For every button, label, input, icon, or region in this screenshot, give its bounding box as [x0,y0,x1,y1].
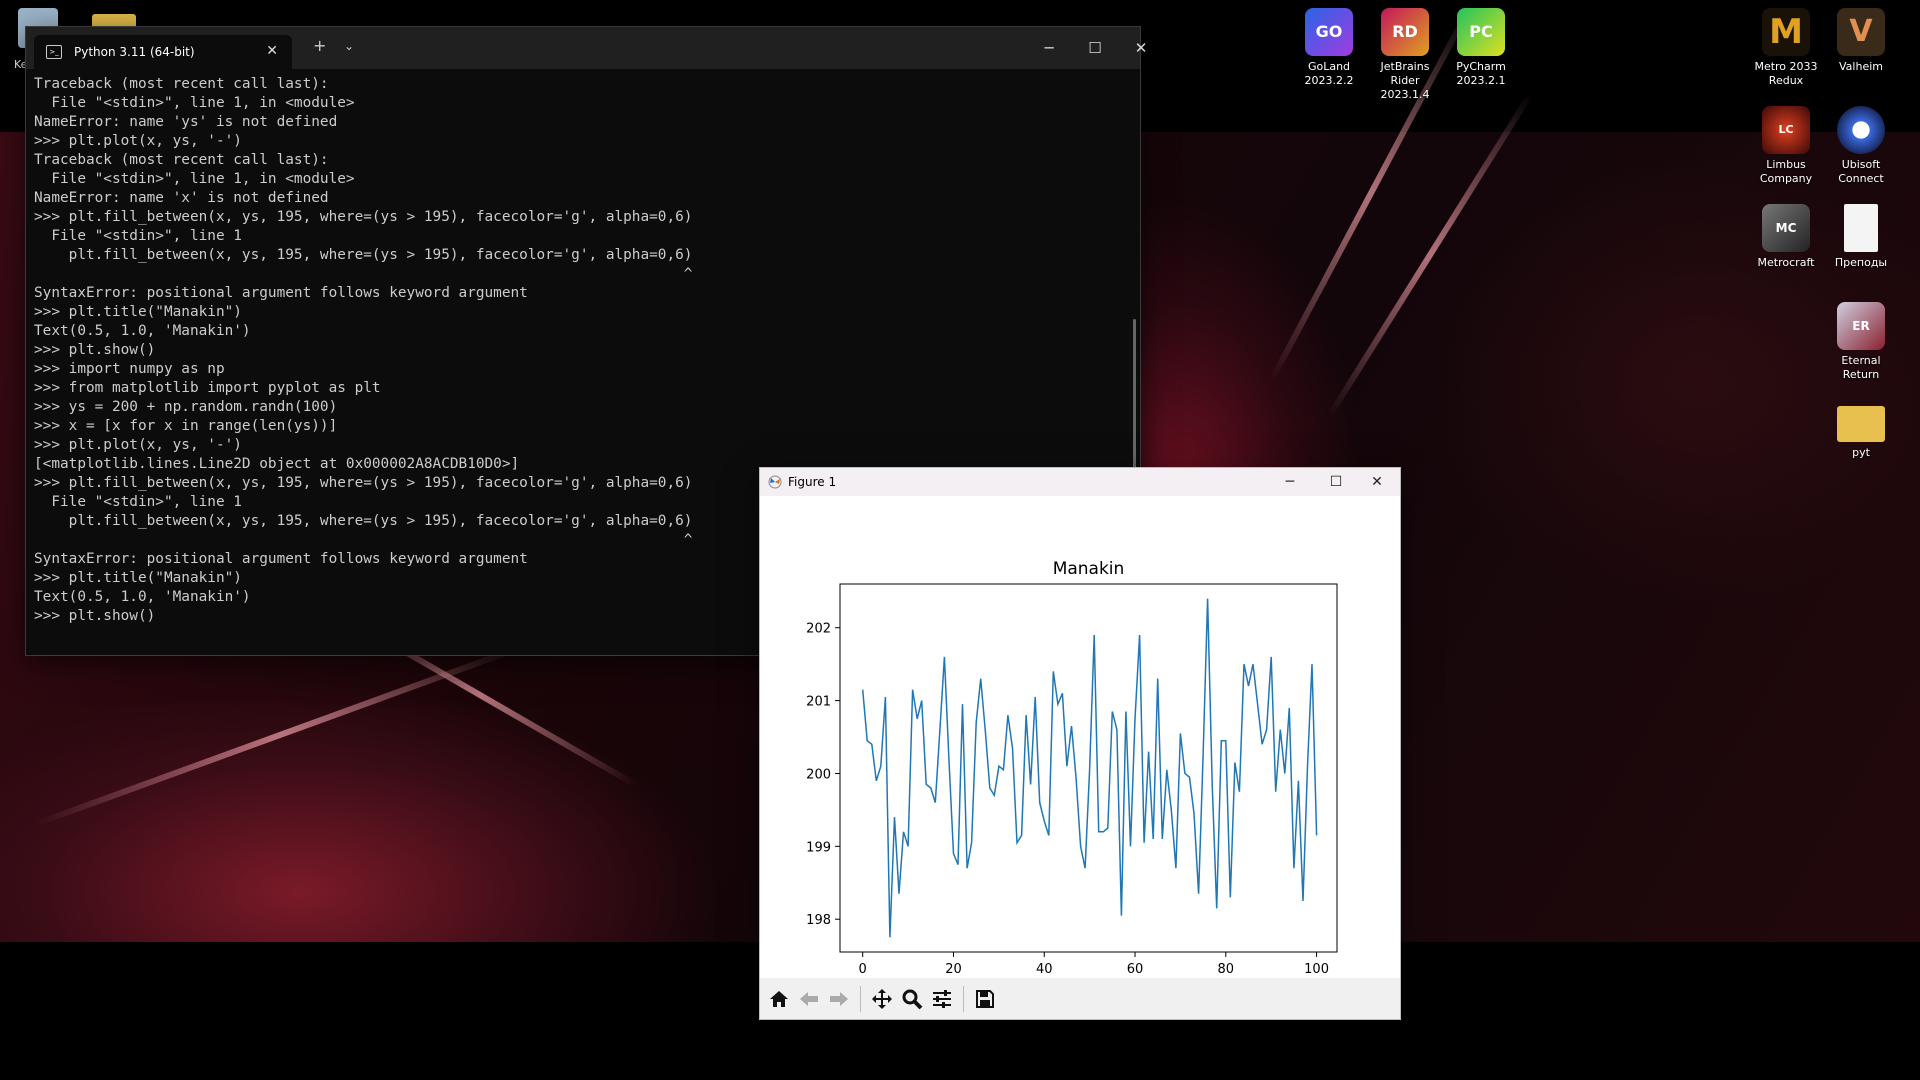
desktop-icon-goland[interactable]: GO GoLand 2023.2.2 [1291,8,1367,88]
figure-titlebar: Figure 1 ─ ☐ ✕ [760,468,1400,496]
chart-title: Manakin [1053,559,1125,579]
desktop-icon-label: Valheim [1839,60,1883,73]
minimize-button[interactable]: ─ [1026,27,1072,69]
metrocraft-icon: MC [1762,204,1810,252]
desktop-icon-valheim[interactable]: V Valheim [1823,8,1899,74]
terminal-line: >>> plt.fill_between(x, ys, 195, where=(… [34,209,693,225]
terminal-line: SyntaxError: positional argument follows… [34,285,528,301]
desktop-icon-label: Metro 2033 Redux [1754,60,1818,87]
terminal-line: >>> ys = 200 + np.random.randn(100) [34,399,338,415]
chevron-down-icon[interactable]: ⌄ [344,39,354,53]
terminal-icon: >_ [46,45,62,59]
terminal-line: NameError: name 'ys' is not defined [34,114,338,130]
new-tab-button[interactable]: + [313,36,326,55]
desktop-icon-label: Eternal Return [1841,354,1881,381]
x-tick-label: 20 [945,962,962,977]
desktop-icon-pyt[interactable]: pyt [1823,400,1899,460]
y-tick-label: 200 [806,767,831,782]
terminal-line: >>> plt.show() [34,342,156,358]
terminal-line: >>> from matplotlib import pyplot as plt [34,380,381,396]
desktop-icon-label: Ubisoft Connect [1838,158,1884,185]
desktop-icon-label: pyt [1852,446,1870,459]
desktop-icon-limbus[interactable]: LC Limbus Company [1748,106,1824,186]
terminal-line: >>> import numpy as np [34,361,225,377]
line-chart: Manakin 0 20 40 60 80 100 198 199 200 201 202 [806,559,1338,977]
y-tick-label: 198 [806,913,831,928]
terminal-line: NameError: name 'x' is not defined [34,190,329,206]
close-tab-icon[interactable]: ✕ [266,43,278,59]
valheim-icon: V [1837,8,1885,56]
desktop-icon-label: JetBrains Rider 2023.1.4 [1380,60,1430,101]
limbus-icon: LC [1762,106,1810,154]
desktop-icon-ubisoft[interactable]: Ubisoft Connect [1823,106,1899,186]
eternal-return-icon: ER [1837,302,1885,350]
zoom-icon[interactable] [897,984,927,1014]
terminal-line: >>> plt.title("Manakin") [34,304,242,320]
goland-icon: GO [1305,8,1353,56]
document-icon [1844,204,1878,252]
x-tick-label: 0 [859,962,867,977]
x-tick-label: 60 [1127,962,1144,977]
desktop-icon-label: Преподы [1834,256,1888,269]
figure-toolbar [760,978,1400,1019]
home-icon[interactable] [764,984,794,1014]
close-button[interactable]: ✕ [1118,27,1164,69]
maximize-button[interactable]: ☐ [1072,27,1118,69]
wallpaper-streak [34,643,526,827]
desktop-icon-metro[interactable]: M Metro 2033 Redux [1748,8,1824,88]
desktop-icon-label: Metrocraft [1757,256,1815,269]
ubisoft-icon [1837,106,1885,154]
x-tick-label: 80 [1218,962,1235,977]
maximize-button[interactable]: ☐ [1313,468,1359,496]
desktop-icon-label: Limbus Company [1759,158,1813,185]
terminal-line: plt.fill_between(x, ys, 195, where=(ys >… [34,247,693,263]
metro-icon: M [1762,8,1810,56]
tab-title: Python 3.11 (64-bit) [74,45,195,59]
window-title: Figure 1 [788,475,837,489]
wallpaper-streak [1326,92,1534,418]
terminal-line: Traceback (most recent call last): [34,76,329,92]
terminal-line: File "<stdin>", line 1, in <module> [34,171,355,187]
terminal-line: File "<stdin>", line 1 [34,228,242,244]
save-icon[interactable] [970,984,1000,1014]
back-icon[interactable] [794,984,824,1014]
desktop-icon-eternal-return[interactable]: ER Eternal Return [1823,302,1899,382]
terminal-line: File "<stdin>", line 1, in <module> [34,95,355,111]
plot-frame [839,583,1338,953]
figure-window[interactable]: Figure 1 ─ ☐ ✕ Manakin 0 20 40 60 80 100 198 199… [759,467,1401,1020]
desktop-icon-prepody[interactable]: Преподы [1823,204,1899,270]
matplotlib-icon [768,475,782,489]
y-tick-label: 202 [806,622,831,637]
rider-icon: RD [1381,8,1429,56]
terminal-line: ^ [34,266,693,282]
folder-icon [1837,406,1885,442]
plot-canvas[interactable]: Manakin 0 20 40 60 80 100 198 199 200 201 202 [760,496,1400,978]
terminal-line: >>> x = [x for x in range(len(ys))] [34,418,338,434]
configure-icon[interactable] [927,984,957,1014]
terminal-line: >>> plt.plot(x, ys, '-') [34,133,242,149]
y-tick-label: 199 [806,840,831,855]
desktop-icon-metrocraft[interactable]: MC Metrocraft [1748,204,1824,270]
desktop-icon-label: GoLand 2023.2.2 [1304,60,1354,87]
desktop-icon-label: PyCharm 2023.2.1 [1456,60,1506,87]
x-tick-label: 40 [1036,962,1053,977]
terminal-line: Traceback (most recent call last): [34,152,329,168]
desktop-icon-pycharm[interactable]: PC PyCharm 2023.2.1 [1443,8,1519,88]
y-tick-label: 201 [806,695,831,710]
forward-icon[interactable] [824,984,854,1014]
terminal-tabbar: >_ Python 3.11 (64-bit) ✕ + ⌄ ─ ☐ ✕ [26,27,1147,69]
minimize-button[interactable]: ─ [1267,468,1313,496]
terminal-tab[interactable]: >_ Python 3.11 (64-bit) ✕ [34,35,292,69]
data-line [861,598,1318,938]
close-button[interactable]: ✕ [1354,468,1400,496]
desktop-icon-rider[interactable]: RD JetBrains Rider 2023.1.4 [1367,8,1443,102]
toolbar-divider [963,985,964,1012]
terminal-line: >>> plt.plot(x, ys, '-') [34,437,242,453]
x-tick-label: 100 [1304,962,1329,977]
terminal-line: Text(0.5, 1.0, 'Manakin') [34,323,251,339]
toolbar-divider [860,985,861,1012]
pycharm-icon: PC [1457,8,1505,56]
pan-icon[interactable] [867,984,897,1014]
